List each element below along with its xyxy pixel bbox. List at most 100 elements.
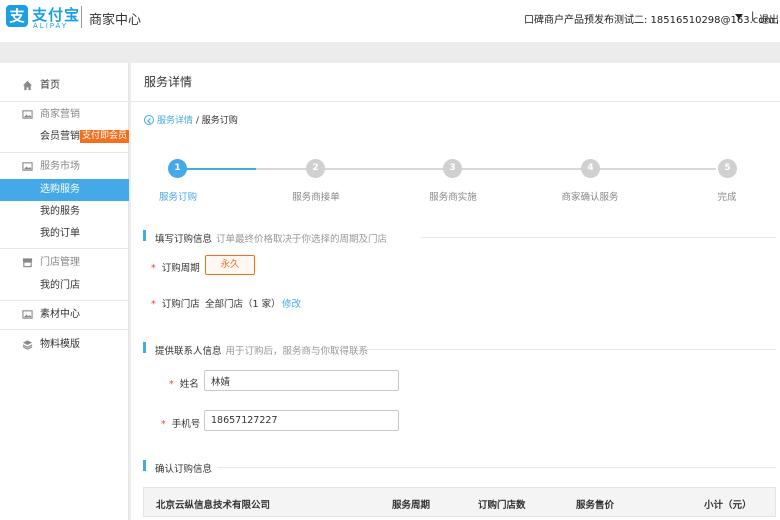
sidebar-divider: [0, 329, 129, 330]
phone-input[interactable]: [204, 410, 399, 431]
table-header-cell: 服务售价: [576, 500, 615, 511]
section-title-text: 填写订购信息: [155, 234, 213, 245]
period-label: * 订购周期: [151, 260, 200, 274]
name-label: * 姓名: [169, 376, 199, 390]
sidebar-group-stores[interactable]: 门店管理: [0, 252, 129, 274]
step-connector: [256, 168, 716, 170]
member-badge: 支付即会员: [80, 130, 129, 143]
breadcrumb-current: 服务订购: [201, 116, 238, 126]
sidebar-item-label: 我的订单: [40, 228, 80, 239]
page-title: 服务详情: [144, 75, 193, 89]
step-label: 服务商接单: [292, 192, 340, 203]
logo-divider: [81, 6, 82, 28]
step-label: 完成: [717, 192, 737, 203]
home-icon: [22, 80, 33, 91]
section-title-text: 确认订购信息: [155, 464, 213, 475]
sidebar-item-my-services[interactable]: 我的服务: [0, 201, 129, 223]
required-mark: *: [169, 379, 174, 390]
breadcrumb: 服务详情 / 服务订购: [144, 113, 238, 126]
sidebar-divider: [0, 152, 129, 153]
step-number: 4: [581, 159, 600, 178]
section-divider: [217, 467, 776, 468]
period-label-text: 订购周期: [161, 263, 200, 274]
sidebar-item-label: 首页: [40, 80, 60, 91]
breadcrumb-separator: /: [193, 116, 202, 126]
sidebar-item-materials[interactable]: 素材中心: [0, 304, 129, 326]
sidebar-divider: [0, 300, 129, 301]
header-divider: [131, 101, 780, 102]
alipay-logo-icon[interactable]: 支: [6, 5, 28, 27]
period-option-button[interactable]: 永久: [205, 255, 255, 275]
step-number: 1: [168, 159, 187, 178]
table-header-cell: 订购门店数: [478, 500, 526, 511]
phone-label-text: 手机号: [171, 419, 201, 430]
sidebar-divider: [0, 248, 129, 249]
sidebar-item-label: 我的服务: [40, 206, 80, 217]
store-edit-link[interactable]: 修改: [282, 296, 301, 310]
sidebar: 首页 商家营销 会员营销 支付即会员 服务市场 选购服务 我的服务 我的订单 门…: [0, 63, 129, 520]
back-icon[interactable]: [144, 115, 154, 125]
sidebar-group-marketing[interactable]: 商家营销: [0, 104, 129, 126]
section-divider: [421, 237, 776, 238]
section-marker: [143, 342, 146, 353]
section-marker: [143, 460, 146, 471]
step-connector: [186, 168, 256, 170]
sidebar-group-market[interactable]: 服务市场: [0, 156, 129, 178]
required-mark: *: [151, 299, 156, 310]
section-title-text: 提供联系人信息: [155, 346, 222, 357]
section-marker: [143, 230, 146, 241]
sidebar-item-home[interactable]: 首页: [0, 75, 129, 97]
name-label-text: 姓名: [179, 379, 199, 390]
sidebar-item-member-marketing[interactable]: 会员营销 支付即会员: [0, 126, 129, 148]
sidebar-item-my-orders[interactable]: 我的订单: [0, 223, 129, 245]
portal-title: 商家中心: [89, 13, 142, 28]
sidebar-item-templates[interactable]: 物料模版: [0, 334, 129, 356]
table-header-cell: 北京云纵信息技术有限公司: [156, 500, 271, 511]
step-label: 服务订购: [158, 192, 197, 203]
sidebar-item-label: 我的门店: [40, 280, 80, 291]
step-number: 5: [718, 159, 737, 178]
layers-icon: [22, 340, 33, 350]
step-number: 2: [306, 159, 325, 178]
chevron-down-icon[interactable]: [735, 14, 743, 19]
sidebar-item-label: 物料模版: [40, 339, 80, 350]
sidebar-item-my-stores[interactable]: 我的门店: [0, 275, 129, 297]
section-hint: 订单最终价格取决于你选择的周期及门店: [216, 234, 388, 245]
name-input[interactable]: [204, 370, 399, 391]
required-mark: *: [161, 419, 166, 430]
order-table-header: 北京云纵信息技术有限公司 服务周期 订购门店数 服务售价 小计（元）: [143, 487, 776, 517]
table-header-cell: 小计（元）: [704, 500, 752, 511]
store-icon: [22, 258, 33, 268]
sidebar-item-label: 会员营销: [40, 131, 80, 142]
step-number: 3: [443, 159, 462, 178]
sidebar-item-buy-service[interactable]: 选购服务: [0, 179, 129, 201]
breadcrumb-link[interactable]: 服务详情: [157, 116, 193, 126]
section-title-order: 填写订购信息 订单最终价格取决于你选择的周期及门店: [155, 231, 387, 245]
top-bar: 支 支付宝 ALIPAY 商家中心 口碑商户产品预发布测试二: 18516510…: [0, 0, 780, 42]
required-mark: *: [151, 263, 156, 274]
phone-label: * 手机号: [161, 416, 200, 430]
image-icon: [22, 110, 33, 119]
sidebar-group-label: 商家营销: [40, 109, 80, 120]
sidebar-group-label: 服务市场: [40, 161, 80, 172]
step-label: 商家确认服务: [561, 192, 619, 203]
image-icon: [22, 310, 33, 319]
section-title-confirm: 确认订购信息: [155, 461, 212, 475]
section-title-contact: 提供联系人信息 用于订购后，服务商与你取得联系: [155, 343, 368, 357]
step-label: 服务商实施: [429, 192, 477, 203]
logo-subtitle: ALIPAY: [33, 22, 69, 30]
logout-link[interactable]: 退出: [759, 11, 779, 26]
store-label: * 订购门店: [151, 296, 200, 310]
main-panel: 服务详情 服务详情 / 服务订购 1 2 3 4 5 服务订购 服务商接单 服务…: [131, 63, 780, 520]
image-icon: [22, 162, 33, 171]
sidebar-item-label: 选购服务: [40, 184, 80, 195]
store-label-text: 订购门店: [161, 299, 200, 310]
sidebar-item-label: 素材中心: [40, 309, 80, 320]
progress-steps: 1 2 3 4 5 服务订购 服务商接单 服务商实施 商家确认服务 完成: [131, 158, 780, 208]
store-value: 全部门店（1 家）: [205, 299, 281, 310]
sidebar-divider: [0, 101, 129, 102]
table-header-cell: 服务周期: [392, 500, 431, 511]
logout-separator: |: [751, 11, 755, 22]
sidebar-group-label: 门店管理: [40, 257, 80, 268]
section-divider: [367, 349, 776, 350]
